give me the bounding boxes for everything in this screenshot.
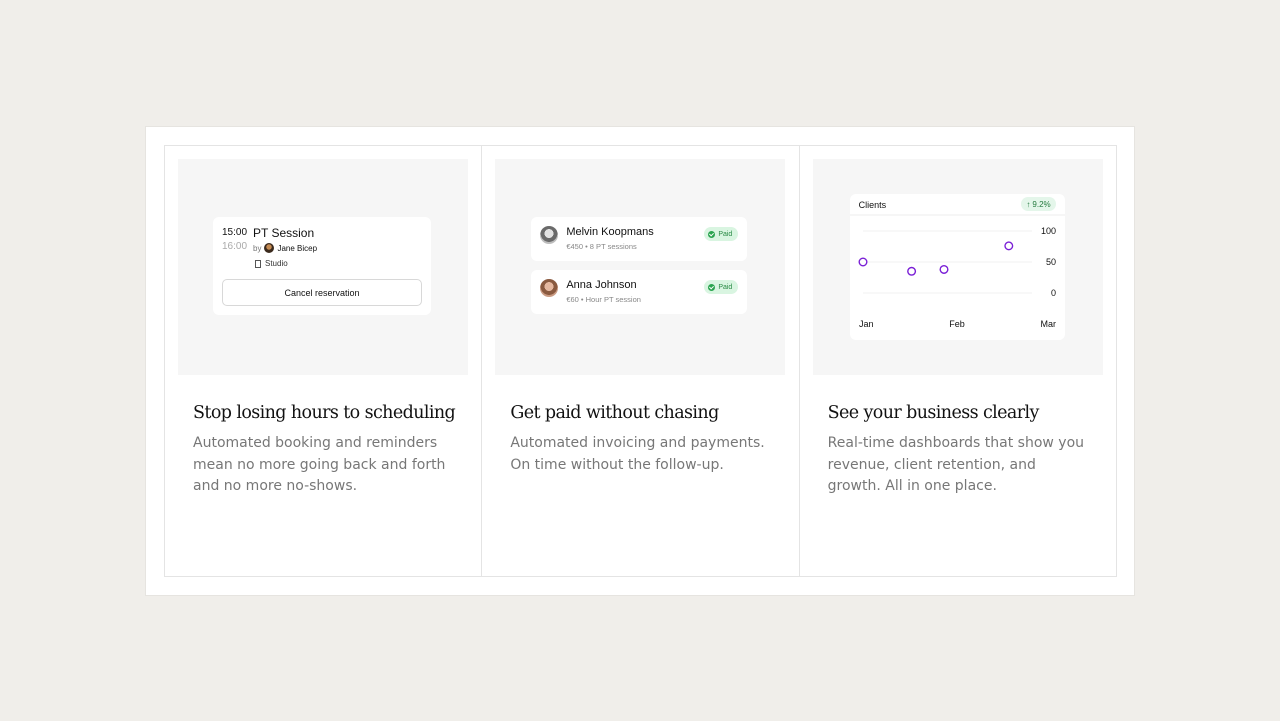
- feature-description: Automated booking and reminders mean no …: [193, 435, 446, 494]
- features-grid: 15:00 16:00 PT Session by Jane Bicep Stu…: [164, 145, 1117, 577]
- client-name: Melvin Koopmans: [566, 226, 654, 238]
- paid-status: Paid: [718, 283, 733, 291]
- trainer-name: Jane Bicep: [277, 243, 318, 253]
- feature-scheduling: 15:00 16:00 PT Session by Jane Bicep Stu…: [165, 146, 483, 576]
- check-circle-icon: [708, 283, 716, 291]
- booking-trainer: by Jane Bicep: [253, 243, 317, 253]
- booking-start-time: 15:00: [222, 227, 248, 238]
- feature-title: Stop losing hours to scheduling: [193, 403, 456, 423]
- y-tick-label: 100: [1041, 226, 1056, 236]
- client-name: Anna Johnson: [566, 279, 637, 291]
- client-avatar: [540, 279, 559, 297]
- chart-point: [858, 257, 868, 267]
- x-tick-label: Jan: [859, 319, 874, 329]
- scheduling-preview: 15:00 16:00 PT Session by Jane Bicep Stu…: [178, 159, 468, 375]
- y-tick-label: 50: [1046, 257, 1056, 267]
- feature-description: Real-time dashboards that show you reven…: [827, 435, 1085, 494]
- cancel-reservation-button[interactable]: Cancel reservation: [222, 279, 422, 306]
- payment-meta: €450 • 8 PT sessions: [566, 242, 637, 251]
- growth-badge: ↑ 9.2%: [1021, 197, 1056, 211]
- chart-point: [939, 264, 949, 274]
- payment-card: Anna Johnson €60 • Hour PT session Paid: [531, 270, 748, 314]
- door-icon: [255, 259, 261, 268]
- booking-card: 15:00 16:00 PT Session by Jane Bicep Stu…: [213, 217, 431, 315]
- x-tick-label: Mar: [1040, 319, 1056, 329]
- dashboard-preview: Clients ↑ 9.2% 100 50 0 Jan Feb Mar: [812, 159, 1103, 375]
- paid-badge: Paid: [704, 227, 739, 241]
- booking-end-time: 16:00: [222, 241, 248, 252]
- paid-status: Paid: [718, 230, 733, 238]
- check-circle-icon: [708, 230, 716, 238]
- y-tick-label: 0: [1051, 288, 1056, 298]
- x-tick-label: Feb: [949, 319, 965, 329]
- chart-point: [1003, 241, 1013, 251]
- booking-by-label: by: [253, 243, 262, 253]
- feature-title: See your business clearly: [827, 403, 1040, 423]
- trainer-avatar: [264, 243, 275, 253]
- booking-session-title: PT Session: [253, 226, 315, 240]
- clients-chart: 100 50 0 Jan Feb Mar: [849, 214, 1065, 329]
- arrow-up-icon: ↑: [1026, 199, 1031, 209]
- location-label: Studio: [265, 259, 288, 268]
- features-panel: 15:00 16:00 PT Session by Jane Bicep Stu…: [145, 126, 1135, 596]
- feature-title: Get paid without chasing: [510, 403, 719, 423]
- chart-point: [906, 266, 916, 276]
- feature-dashboards: Clients ↑ 9.2% 100 50 0 Jan Feb Mar See your …: [800, 146, 1116, 576]
- feature-payments: Melvin Koopmans €450 • 8 PT sessions Pai…: [482, 146, 800, 576]
- client-avatar: [540, 226, 559, 244]
- payment-card: Melvin Koopmans €450 • 8 PT sessions Pai…: [531, 217, 748, 261]
- growth-value: 9.2%: [1032, 199, 1051, 209]
- feature-description: Automated invoicing and payments. On tim…: [510, 435, 765, 473]
- chart-title: Clients: [858, 200, 887, 210]
- payments-preview: Melvin Koopmans €450 • 8 PT sessions Pai…: [495, 159, 786, 375]
- clients-chart-card: Clients ↑ 9.2% 100 50 0 Jan Feb Mar: [849, 194, 1065, 340]
- payment-meta: €60 • Hour PT session: [566, 295, 641, 304]
- paid-badge: Paid: [704, 280, 739, 294]
- booking-location: Studio: [255, 259, 288, 268]
